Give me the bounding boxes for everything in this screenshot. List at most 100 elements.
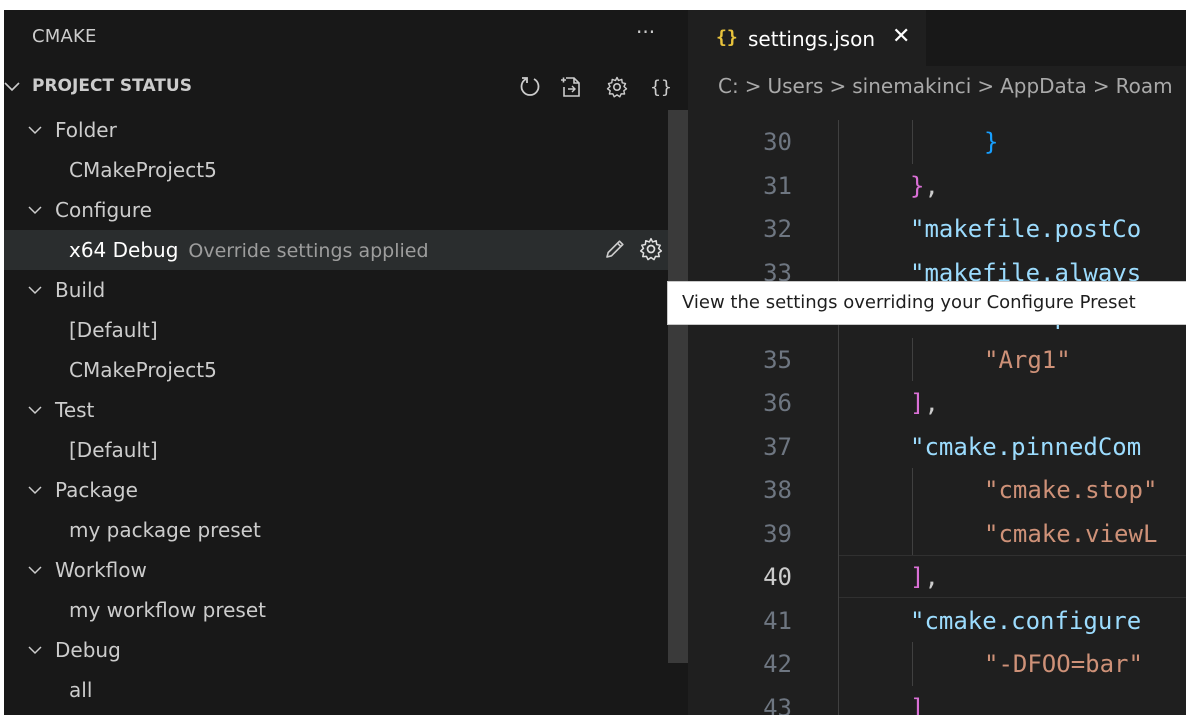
more-actions-button[interactable]: ··· bbox=[636, 20, 655, 44]
tree-label: Workflow bbox=[55, 558, 147, 582]
indent-guide bbox=[912, 511, 913, 555]
breadcrumb-item[interactable]: C: bbox=[718, 74, 739, 98]
line-number: 32 bbox=[763, 215, 792, 243]
code-text: } bbox=[984, 128, 999, 156]
tree-item-row[interactable]: my workflow preset bbox=[4, 590, 668, 630]
line-number: 40 bbox=[763, 563, 792, 591]
sidebar-scrollbar[interactable] bbox=[668, 110, 688, 663]
indent-guide bbox=[838, 642, 839, 686]
sidebar-header: CMAKE ··· bbox=[4, 10, 688, 66]
indent-guide bbox=[912, 337, 913, 381]
breadcrumb-item[interactable]: sinemakinci bbox=[852, 74, 971, 98]
tree-label: my package preset bbox=[69, 518, 261, 542]
tree-label: Debug bbox=[55, 638, 121, 662]
indent-guide bbox=[838, 598, 839, 642]
code-text: ], bbox=[910, 563, 939, 591]
chevron-down-icon bbox=[28, 286, 42, 295]
code-text: }, bbox=[910, 171, 939, 200]
tree-item-row[interactable]: my package preset bbox=[4, 510, 668, 550]
breadcrumb: C: > Users > sinemakinci > AppData > Roam bbox=[718, 74, 1179, 98]
tree-label: x64 Debug bbox=[69, 238, 179, 262]
breadcrumb-separator: > bbox=[977, 74, 995, 98]
indent-guide bbox=[838, 120, 839, 164]
line-number: 31 bbox=[763, 171, 792, 200]
indent-guide bbox=[912, 642, 913, 686]
indent-guide bbox=[838, 555, 839, 599]
line-number: 41 bbox=[763, 606, 792, 635]
tree-group-row[interactable]: Workflow bbox=[4, 550, 668, 590]
code-text: "cmake.viewL bbox=[984, 519, 1158, 548]
chevron-down-icon bbox=[28, 566, 42, 575]
code-line: 30} bbox=[688, 120, 1186, 164]
tree-item-row[interactable]: CMakeProject5 bbox=[4, 350, 668, 390]
chevron-down-icon bbox=[28, 126, 42, 135]
tooltip: View the settings overriding your Config… bbox=[667, 281, 1186, 325]
indent-guide bbox=[838, 337, 839, 381]
tree-item-row[interactable]: [Default] bbox=[4, 430, 668, 470]
indent-guide bbox=[912, 468, 913, 512]
new-file-icon[interactable] bbox=[557, 73, 585, 101]
line-number: 36 bbox=[763, 389, 792, 417]
tab-label: settings.json bbox=[748, 27, 876, 51]
code-line: 39 "cmake.viewL bbox=[688, 511, 1186, 555]
chevron-down-icon bbox=[28, 646, 42, 655]
tree-label: Folder bbox=[55, 118, 117, 142]
code-text: "cmake.pinnedCom bbox=[910, 432, 1142, 461]
tree-group-row[interactable]: Build bbox=[4, 270, 668, 310]
tab-settings-json[interactable]: {} settings.json ✕ bbox=[688, 10, 926, 67]
json-braces-icon[interactable]: {} bbox=[647, 73, 675, 101]
tree-group-row[interactable]: Test bbox=[4, 390, 668, 430]
tree-item-row[interactable]: [Default] bbox=[4, 310, 668, 350]
gear-icon[interactable] bbox=[636, 234, 666, 264]
tree-label: CMakeProject5 bbox=[69, 358, 217, 382]
indent-guide bbox=[838, 424, 839, 468]
code-text: "-DFOO=bar" bbox=[984, 650, 1143, 678]
code-line: 36], bbox=[688, 381, 1186, 425]
breadcrumb-separator: > bbox=[829, 74, 847, 98]
tree-label: CMakeProject5 bbox=[69, 158, 217, 182]
edit-pencil-icon[interactable] bbox=[600, 234, 630, 264]
refresh-icon[interactable] bbox=[516, 73, 544, 101]
window: CMAKE ··· PROJECT STATUS {} Folder CMakeP… bbox=[4, 10, 1186, 715]
indent-guide bbox=[838, 685, 839, 715]
breadcrumb-item[interactable]: Users bbox=[767, 74, 823, 98]
indent-guide bbox=[838, 207, 839, 251]
tree-group-row[interactable]: Configure bbox=[4, 190, 668, 230]
tree-item-row[interactable]: CMakeProject5 bbox=[4, 150, 668, 190]
close-icon[interactable]: ✕ bbox=[892, 24, 910, 49]
code-line: 41 "cmake.configure bbox=[688, 598, 1186, 642]
line-number: 37 bbox=[763, 432, 792, 461]
code-line: 37 "cmake.pinnedCom bbox=[688, 424, 1186, 468]
cmake-sidebar: CMAKE ··· PROJECT STATUS {} Folder CMakeP… bbox=[4, 10, 688, 715]
indent-guide bbox=[838, 163, 839, 207]
tree-item-row[interactable]: x64 Debug Override settings applied bbox=[4, 230, 668, 270]
code-text: "cmake.stop" bbox=[984, 476, 1158, 504]
code-text: ], bbox=[910, 389, 939, 417]
section-title: PROJECT STATUS bbox=[32, 76, 192, 96]
tree-item-description: Override settings applied bbox=[188, 240, 429, 262]
tree-label: Build bbox=[55, 278, 106, 302]
line-number: 42 bbox=[763, 650, 792, 678]
code-line: 38 "cmake.stop" bbox=[688, 468, 1186, 512]
code-editor[interactable]: 30} 31}, 32 "makefile.postCo 33 "makefile.alw… bbox=[688, 120, 1186, 715]
tree-group-row[interactable]: Folder bbox=[4, 110, 668, 150]
chevron-down-icon bbox=[4, 82, 20, 92]
chevron-down-icon bbox=[28, 206, 42, 215]
tree-item-row[interactable]: all bbox=[4, 670, 668, 710]
tree-group-row[interactable]: Debug bbox=[4, 630, 668, 670]
code-text: "cmake.configure bbox=[910, 606, 1142, 635]
gear-icon[interactable] bbox=[603, 73, 631, 101]
breadcrumb-separator: > bbox=[1092, 74, 1110, 98]
code-line: 43] bbox=[688, 685, 1186, 716]
line-number: 35 bbox=[763, 345, 792, 374]
tree-group-row[interactable]: Package bbox=[4, 470, 668, 510]
code-line: 35 "Arg1" bbox=[688, 337, 1186, 381]
breadcrumb-separator: > bbox=[744, 74, 762, 98]
breadcrumb-item[interactable]: AppData bbox=[1000, 74, 1087, 98]
tree-label: [Default] bbox=[69, 318, 158, 342]
indent-guide bbox=[912, 120, 913, 164]
line-number: 43 bbox=[763, 693, 792, 716]
tree-label: Configure bbox=[55, 198, 152, 222]
indent-guide bbox=[838, 511, 839, 555]
breadcrumb-item[interactable]: Roam bbox=[1116, 74, 1173, 98]
